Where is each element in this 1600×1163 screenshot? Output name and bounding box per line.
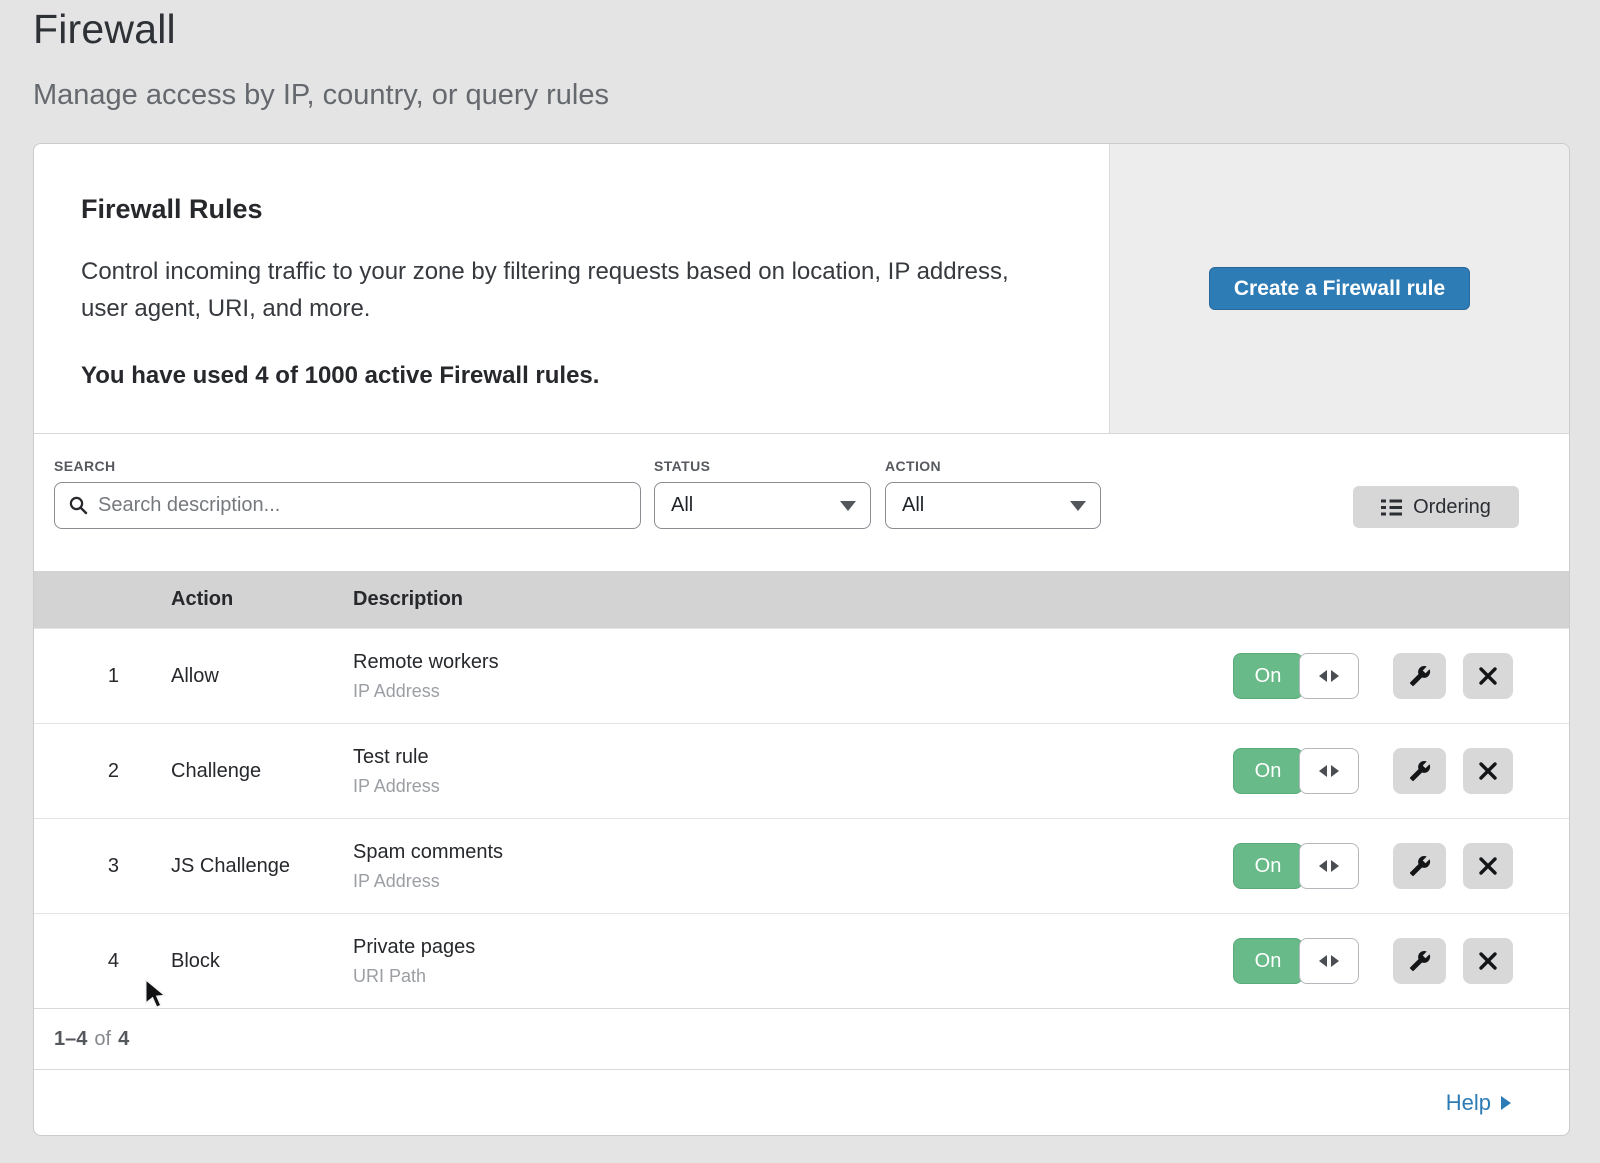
close-icon: [1478, 856, 1498, 876]
create-firewall-rule-button[interactable]: Create a Firewall rule: [1209, 267, 1470, 310]
row-controls: On: [1233, 843, 1513, 889]
delete-rule-button[interactable]: [1463, 843, 1513, 889]
search-label: SEARCH: [54, 458, 116, 474]
left-right-arrows-icon: [1319, 670, 1327, 682]
pagination-total: 4: [118, 1028, 129, 1051]
rule-priority: 3: [34, 855, 119, 878]
left-right-arrows-icon: [1319, 860, 1327, 872]
list-icon: [1381, 499, 1402, 516]
edit-rule-button[interactable]: [1393, 938, 1446, 984]
action-label: ACTION: [885, 458, 941, 474]
card-description: Control incoming traffic to your zone by…: [81, 253, 1046, 327]
column-header-description: Description: [353, 588, 1569, 611]
wrench-icon: [1409, 855, 1431, 877]
wrench-icon: [1409, 950, 1431, 972]
rule-enabled-toggle[interactable]: On: [1233, 748, 1359, 794]
toggle-drag-handle[interactable]: [1299, 653, 1359, 699]
rule-enabled-toggle[interactable]: On: [1233, 843, 1359, 889]
action-select-value: All: [902, 494, 924, 517]
toggle-on-segment[interactable]: On: [1233, 843, 1303, 889]
edit-rule-button[interactable]: [1393, 748, 1446, 794]
table-row: 1 Allow Remote workers IP Address On: [34, 628, 1569, 723]
card-footer: Help: [34, 1069, 1569, 1135]
rule-enabled-toggle[interactable]: On: [1233, 938, 1359, 984]
edit-rule-button[interactable]: [1393, 653, 1446, 699]
toggle-drag-handle[interactable]: [1299, 938, 1359, 984]
firewall-rules-card: Firewall Rules Control incoming traffic …: [33, 143, 1570, 1136]
search-icon: [69, 496, 88, 515]
column-header-action: Action: [171, 588, 353, 611]
create-rule-panel: Create a Firewall rule: [1109, 144, 1569, 433]
delete-rule-button[interactable]: [1463, 938, 1513, 984]
wrench-icon: [1409, 665, 1431, 687]
close-icon: [1478, 951, 1498, 971]
toggle-drag-handle[interactable]: [1299, 748, 1359, 794]
rule-priority: 2: [34, 760, 119, 783]
ordering-button-label: Ordering: [1413, 496, 1491, 519]
row-controls: On: [1233, 938, 1513, 984]
usage-note: You have used 4 of 1000 active Firewall …: [81, 362, 1069, 390]
toggle-on-segment[interactable]: On: [1233, 748, 1303, 794]
status-select[interactable]: All: [654, 482, 871, 529]
search-input[interactable]: [98, 494, 626, 517]
table-row: 2 Challenge Test rule IP Address On: [34, 723, 1569, 818]
rule-action: Allow: [171, 665, 353, 688]
help-link[interactable]: Help: [1446, 1090, 1511, 1116]
rule-priority: 4: [34, 950, 119, 973]
rule-enabled-toggle[interactable]: On: [1233, 653, 1359, 699]
rule-priority: 1: [34, 665, 119, 688]
firewall-rules-summary: Firewall Rules Control incoming traffic …: [34, 144, 1109, 433]
table-header: Action Description: [34, 571, 1569, 628]
chevron-down-icon: [840, 501, 856, 511]
edit-rule-button[interactable]: [1393, 843, 1446, 889]
toggle-on-segment[interactable]: On: [1233, 653, 1303, 699]
table-row: 4 Block Private pages URI Path On: [34, 913, 1569, 1008]
table-row: 3 JS Challenge Spam comments IP Address …: [34, 818, 1569, 913]
wrench-icon: [1409, 760, 1431, 782]
toggle-on-segment[interactable]: On: [1233, 938, 1303, 984]
close-icon: [1478, 761, 1498, 781]
page-title: Firewall: [33, 6, 176, 53]
pagination-summary: 1–4 of 4: [34, 1008, 1569, 1069]
pagination-of: of: [94, 1028, 111, 1051]
left-right-arrows-icon: [1319, 765, 1327, 777]
row-controls: On: [1233, 653, 1513, 699]
filters-bar: SEARCH STATUS All ACTION All Ordering: [34, 434, 1569, 571]
left-right-arrows-icon: [1319, 955, 1327, 967]
page-subtitle: Manage access by IP, country, or query r…: [33, 79, 609, 112]
status-select-value: All: [671, 494, 693, 517]
help-link-label: Help: [1446, 1090, 1491, 1116]
chevron-down-icon: [1070, 501, 1086, 511]
firewall-rules-summary-section: Firewall Rules Control incoming traffic …: [34, 144, 1569, 434]
rule-action: Block: [171, 950, 353, 973]
card-heading: Firewall Rules: [81, 194, 1069, 225]
close-icon: [1478, 666, 1498, 686]
pagination-range: 1–4: [54, 1028, 87, 1051]
row-controls: On: [1233, 748, 1513, 794]
delete-rule-button[interactable]: [1463, 653, 1513, 699]
rule-action: JS Challenge: [171, 855, 353, 878]
toggle-drag-handle[interactable]: [1299, 843, 1359, 889]
ordering-button[interactable]: Ordering: [1353, 486, 1519, 528]
status-label: STATUS: [654, 458, 710, 474]
search-field[interactable]: [54, 482, 641, 529]
arrow-right-icon: [1501, 1096, 1511, 1110]
delete-rule-button[interactable]: [1463, 748, 1513, 794]
action-select[interactable]: All: [885, 482, 1101, 529]
rule-action: Challenge: [171, 760, 353, 783]
